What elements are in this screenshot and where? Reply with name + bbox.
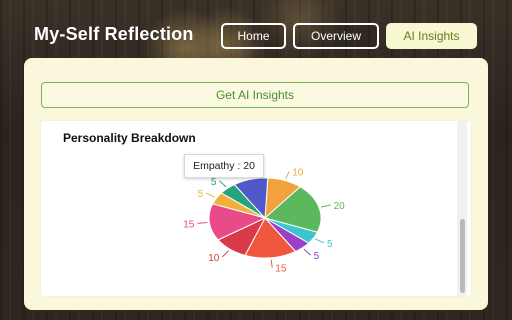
pie-leader-line [315, 238, 325, 244]
pie-leader-line [221, 250, 229, 258]
pie-value-label: 5 [197, 189, 203, 200]
pie-value-label: 15 [183, 219, 195, 230]
pie-value-label: 5 [211, 177, 217, 188]
pie-leader-line [285, 171, 290, 179]
pie-value-label: 5 [327, 239, 333, 250]
app-title: My-Self Reflection [34, 24, 194, 44]
pie-value-label: 20 [334, 201, 346, 212]
pie-value-label: 15 [275, 264, 287, 275]
nav-home-button[interactable]: Home [221, 23, 286, 49]
main-panel: Get AI Insights Personality Breakdown 10… [24, 58, 488, 310]
get-ai-insights-button[interactable]: Get AI Insights [41, 82, 469, 108]
pie-leader-line [219, 180, 227, 188]
pie-leader-line [205, 192, 215, 198]
pie-leader-line [320, 204, 331, 208]
pie-value-label: 5 [314, 251, 320, 262]
pie-leader-line [270, 259, 273, 268]
scroll-thumb[interactable] [460, 219, 465, 293]
nav-overview-button[interactable]: Overview [293, 23, 379, 49]
nav-ai-insights-button[interactable]: AI Insights [386, 23, 477, 49]
pie-leader-line [197, 221, 208, 224]
chart-tooltip: Empathy : 20 [184, 154, 264, 178]
pie-leader-line [303, 248, 311, 256]
pie-value-label: 10 [208, 253, 220, 264]
card-scrollbar[interactable] [457, 121, 467, 296]
personality-pie-chart[interactable]: 1020551510155510 [41, 121, 457, 296]
personality-card: Personality Breakdown 1020551510155510 [41, 121, 471, 296]
pie-value-label: 10 [292, 167, 304, 178]
